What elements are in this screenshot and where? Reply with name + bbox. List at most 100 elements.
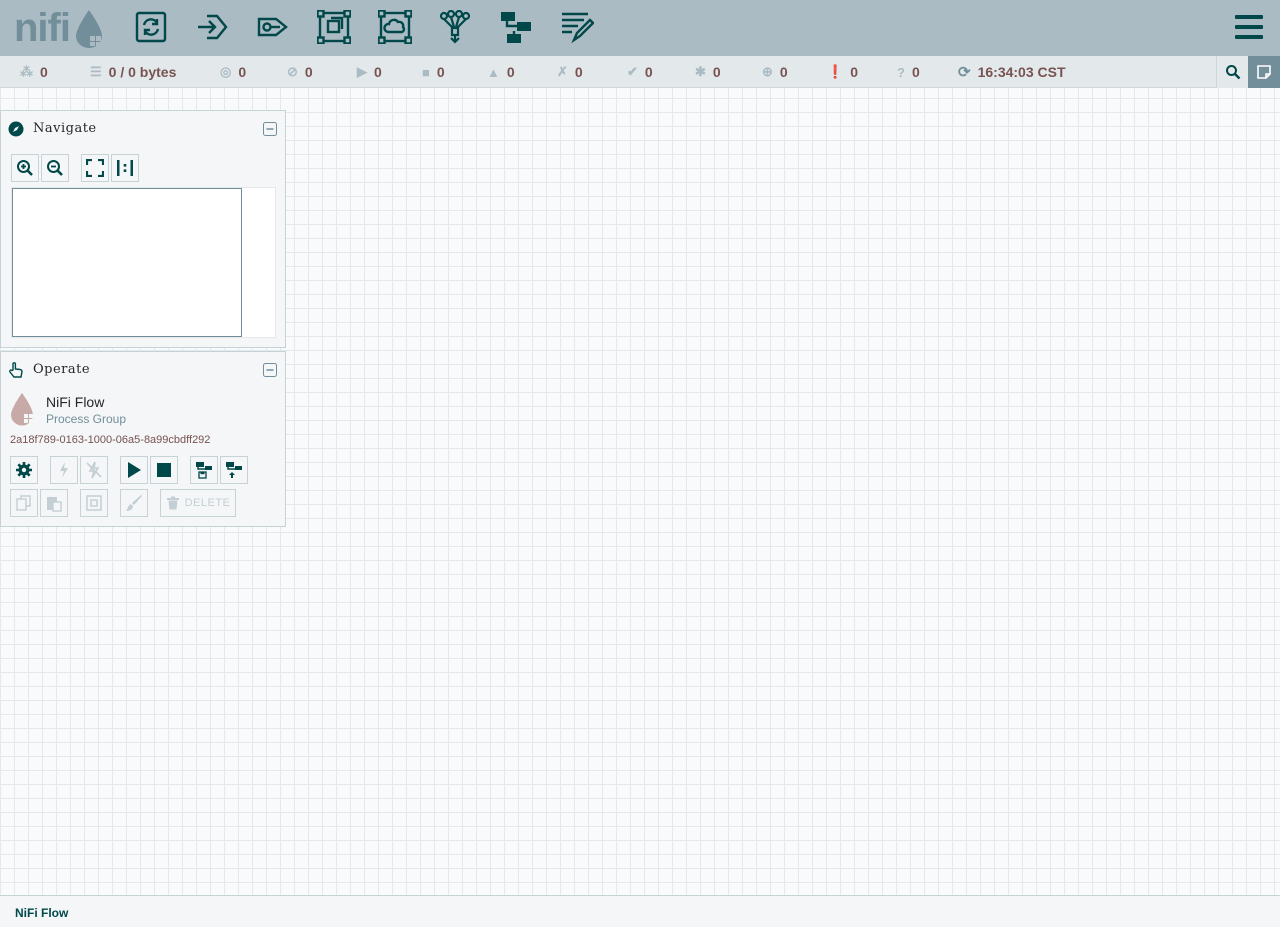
create-template-button[interactable] — [190, 456, 218, 484]
birdseye-viewport[interactable] — [12, 188, 242, 337]
delete-label: DELETE — [184, 497, 231, 509]
sync-failure-stat: ? 0 — [897, 56, 920, 88]
remote-process-group-icon — [378, 10, 412, 44]
copy-icon — [16, 495, 31, 511]
group-button[interactable] — [80, 489, 108, 517]
add-funnel-button[interactable] — [437, 9, 473, 45]
processor-icon — [135, 11, 167, 43]
not-transmitting-icon: ⊘ — [287, 64, 298, 79]
transmitting-count: 0 — [238, 64, 247, 80]
refresh-icon[interactable]: ⟳ — [958, 63, 971, 81]
process-group-drop-icon — [11, 393, 33, 426]
navigate-header: Navigate — [1, 111, 285, 145]
disable-button[interactable] — [80, 456, 108, 484]
flow-status-bar: ⁂ 0 ☰ 0 / 0 bytes ◎ 0 ⊘ 0 ▶ 0 ■ 0 ▲ 0 ✗ 0 ✔ 0 ✱ 0 … — [0, 56, 1280, 88]
add-remote-process-group-button[interactable] — [377, 9, 413, 45]
operate-panel: Operate NiFi Flow Process Group 2a18f789… — [0, 351, 286, 527]
template-icon — [501, 12, 531, 43]
header: nifi — [0, 0, 1280, 56]
locally-modified-count: 0 — [712, 64, 721, 80]
up-to-date-stat: ✔ 0 — [627, 56, 653, 88]
zoom-out-button[interactable] — [41, 154, 69, 182]
sync-failure-count: 0 — [911, 64, 920, 80]
search-icon — [1225, 65, 1240, 80]
enable-button[interactable] — [50, 456, 78, 484]
add-processor-button[interactable] — [133, 9, 169, 45]
input-port-icon — [198, 14, 228, 40]
process-group-icon — [317, 10, 351, 44]
actual-size-button[interactable] — [111, 154, 139, 182]
refresh-stat[interactable]: ⟳ 16:34:03 CST — [958, 56, 1066, 88]
group-icon — [86, 495, 102, 511]
configure-button[interactable] — [10, 456, 38, 484]
upload-template-button[interactable] — [220, 456, 248, 484]
color-button[interactable] — [120, 489, 148, 517]
invalid-count: 0 — [506, 64, 515, 80]
zoom-out-icon — [47, 160, 63, 176]
queued-stat: ☰ 0 / 0 bytes — [90, 56, 176, 88]
disabled-count: 0 — [574, 64, 583, 80]
active-threads-stat: ⁂ 0 — [20, 56, 48, 88]
expand-icon — [86, 159, 104, 177]
nifi-drop-icon — [76, 10, 102, 48]
process-group-id: 2a18f789-0163-1000-06a5-8a99cbdff292 — [10, 434, 211, 446]
bulletin-board-button[interactable] — [1248, 56, 1280, 88]
save-template-icon — [196, 462, 212, 479]
locally-modified-stat: ✱ 0 — [695, 56, 721, 88]
running-stat: ▶ 0 — [357, 56, 382, 88]
check-icon: ✔ — [627, 64, 638, 79]
hamburger-icon — [1235, 15, 1263, 39]
stale-stat: ⊕ 0 — [762, 56, 788, 88]
birdseye-view[interactable] — [11, 187, 276, 338]
asterisk-icon: ✱ — [695, 64, 706, 79]
breadcrumb-root[interactable]: NiFi Flow — [15, 906, 68, 920]
trash-icon — [166, 496, 179, 510]
add-template-button[interactable] — [498, 9, 534, 45]
navigate-panel: Navigate — [0, 110, 286, 348]
process-group-type: Process Group — [46, 412, 127, 426]
disabled-icon: ✗ — [557, 64, 568, 79]
zoom-in-icon — [17, 160, 33, 176]
upload-template-icon — [226, 462, 242, 478]
collapse-operate-icon[interactable] — [263, 363, 277, 377]
collapse-navigate-icon[interactable] — [263, 122, 277, 136]
not-transmitting-count: 0 — [304, 64, 313, 80]
global-menu-button[interactable] — [1234, 13, 1264, 43]
nifi-logo: nifi — [14, 6, 104, 48]
transmitting-stat: ◎ 0 — [220, 56, 246, 88]
zoom-in-button[interactable] — [11, 154, 39, 182]
process-group-name: NiFi Flow — [46, 394, 105, 410]
start-button[interactable] — [120, 456, 148, 484]
fit-button[interactable] — [81, 154, 109, 182]
paste-button[interactable] — [40, 489, 68, 517]
last-refreshed-time: 16:34:03 CST — [977, 64, 1066, 80]
stopped-count: 0 — [436, 64, 445, 80]
play-icon: ▶ — [357, 64, 367, 79]
stop-button[interactable] — [150, 456, 178, 484]
list-icon: ☰ — [90, 64, 102, 79]
transmitting-icon: ◎ — [220, 64, 232, 79]
stop-icon: ■ — [422, 64, 430, 80]
queued-value: 0 / 0 bytes — [108, 64, 177, 80]
gear-icon — [16, 462, 32, 478]
invalid-stat: ▲ 0 — [487, 56, 515, 88]
copy-button[interactable] — [10, 489, 38, 517]
search-button[interactable] — [1216, 56, 1248, 88]
add-process-group-button[interactable] — [316, 9, 352, 45]
stop-icon — [157, 463, 171, 477]
active-threads-count: 0 — [40, 64, 48, 80]
logo-wordmark: nifi — [14, 6, 71, 50]
delete-button[interactable]: DELETE — [160, 489, 236, 517]
output-port-icon — [257, 17, 288, 37]
paintbrush-icon — [126, 495, 142, 511]
breadcrumbs-bar: NiFi Flow — [0, 895, 1280, 927]
add-input-port-button[interactable] — [194, 9, 230, 45]
paste-icon — [47, 497, 62, 512]
threads-icon: ⁂ — [20, 64, 33, 79]
stale-count: 0 — [779, 64, 788, 80]
play-icon — [128, 462, 141, 478]
up-arrow-circle-icon: ⊕ — [762, 64, 773, 79]
add-output-port-button[interactable] — [255, 9, 291, 45]
add-label-button[interactable] — [559, 9, 595, 45]
question-icon: ? — [897, 64, 905, 80]
